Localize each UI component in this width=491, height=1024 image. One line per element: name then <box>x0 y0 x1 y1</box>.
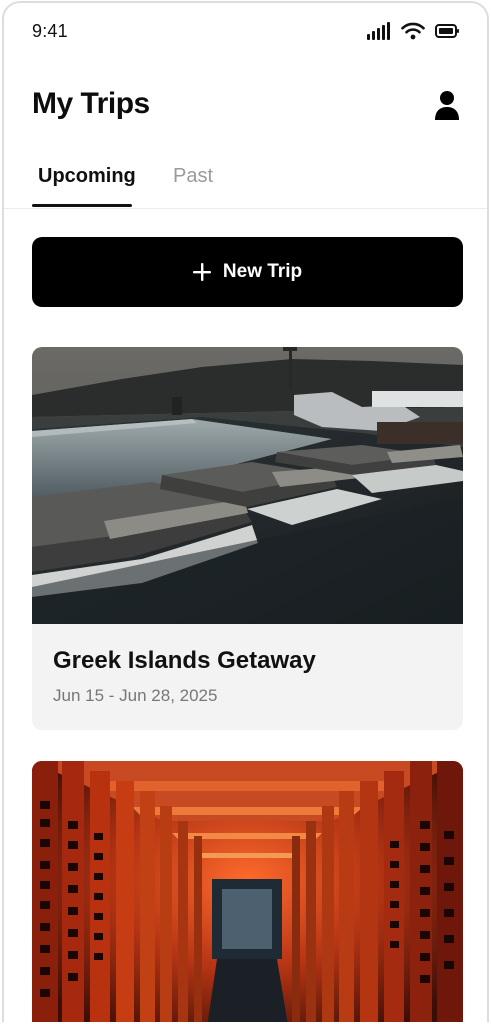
tab-bar: Upcoming Past <box>4 153 487 209</box>
trip-image <box>32 761 463 1022</box>
user-icon <box>435 91 459 120</box>
status-bar: 9:41 <box>4 3 487 63</box>
tab-past[interactable]: Past <box>173 165 213 188</box>
app-header: My Trips <box>4 83 487 133</box>
active-tab-indicator <box>32 204 132 207</box>
trip-image <box>32 347 463 624</box>
plus-icon <box>192 263 211 281</box>
trip-card[interactable]: Greek Islands Getaway Jun 15 - Jun 28, 2… <box>32 347 463 730</box>
status-time: 9:41 <box>32 21 68 41</box>
wifi-icon <box>401 22 425 40</box>
trip-title: Greek Islands Getaway <box>53 647 316 674</box>
trip-card[interactable] <box>32 761 463 1022</box>
new-trip-label: New Trip <box>222 261 303 282</box>
new-trip-button[interactable]: New Trip <box>32 237 463 307</box>
status-icons <box>367 22 459 40</box>
trip-dates: Jun 15 - Jun 28, 2025 <box>53 686 218 705</box>
battery-icon <box>435 24 459 38</box>
page-title: My Trips <box>32 87 150 120</box>
cellular-signal-icon <box>367 22 390 40</box>
profile-button[interactable] <box>433 89 461 121</box>
phone-frame: 9:41 My Trips Upcoming Past New Trip Gre… <box>2 1 489 1022</box>
tab-upcoming[interactable]: Upcoming <box>38 165 136 188</box>
